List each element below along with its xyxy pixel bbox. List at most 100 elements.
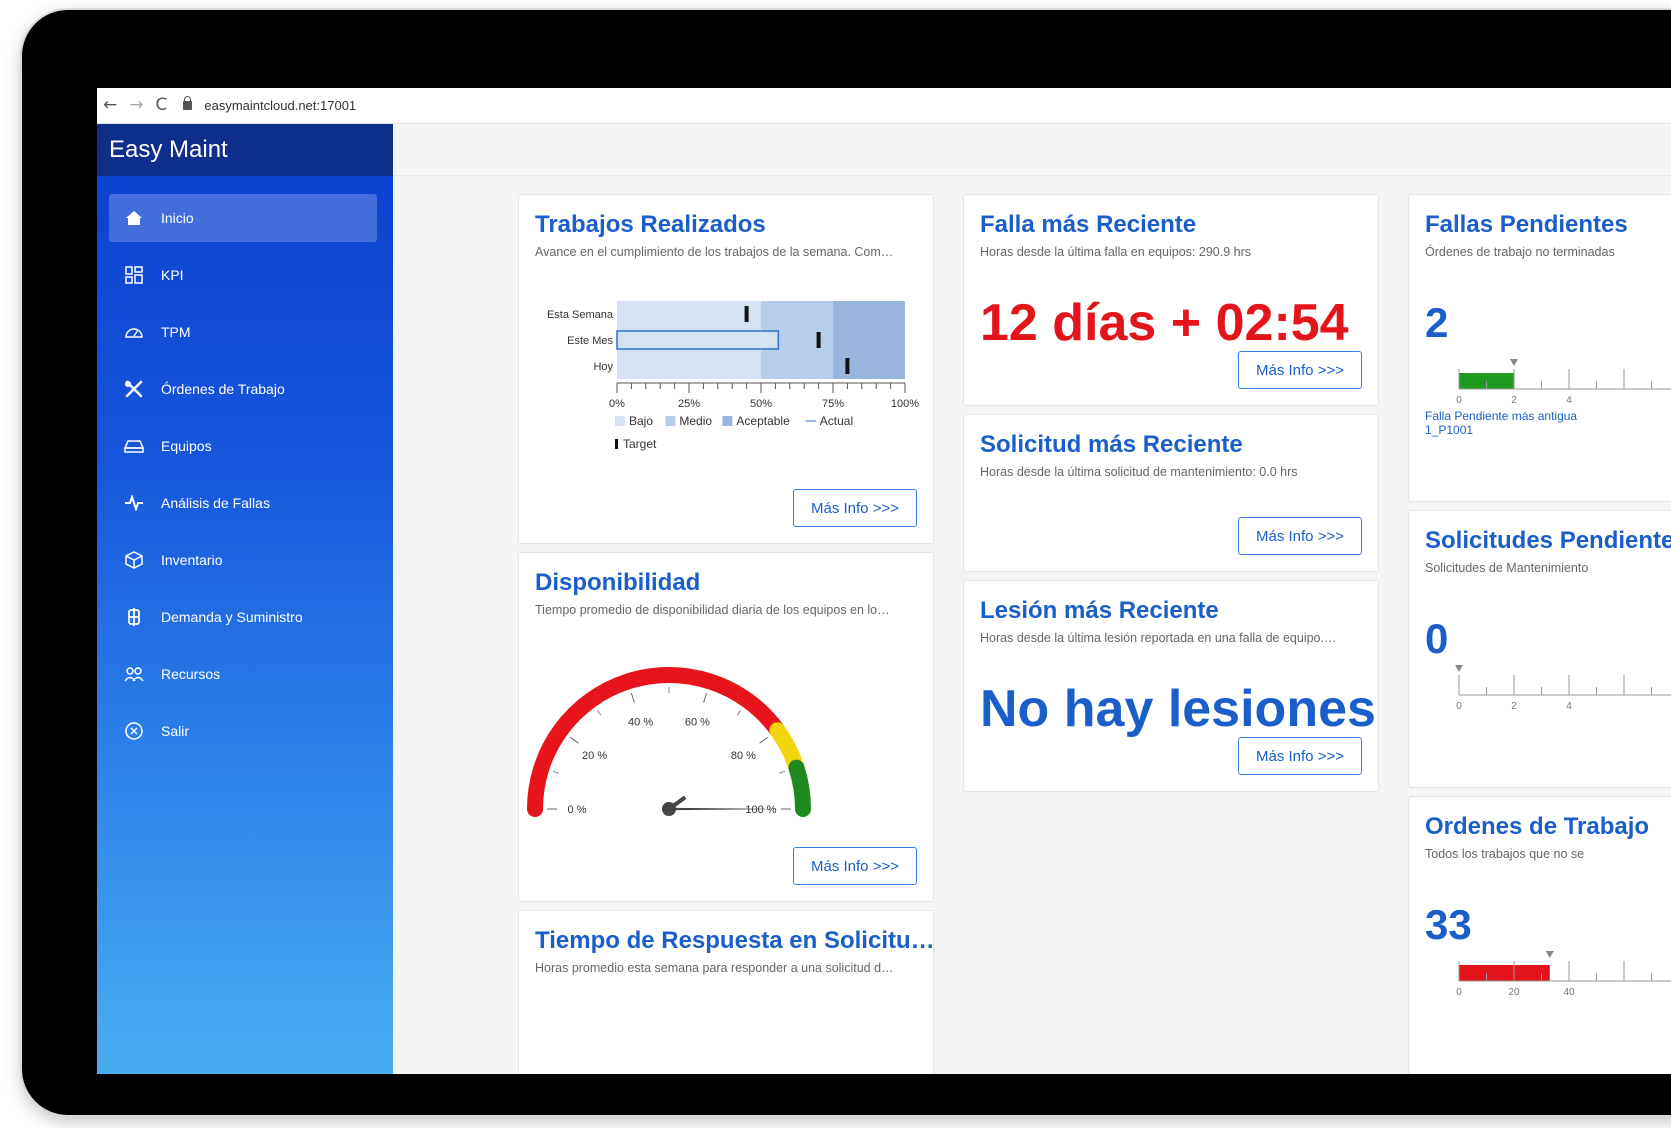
gauge-tick [630,692,635,703]
sidebar-item-inventario[interactable]: Inventario [109,536,377,584]
sidebar-item-label: Recursos [161,666,221,682]
axis-tick-label: 0 [1456,701,1462,712]
card-subtitle: Horas promedio esta semana para responde… [535,961,894,975]
sidebar-menu: Inicio KPI TPM Órdenes de Trabajo Equipo… [97,176,393,755]
gauge-minor-tick [596,710,602,716]
card-tiempo-respuesta: Tiempo de Respuesta en Solicitu… Horas p… [518,910,934,1074]
card-title: Solicitudes Pendientes [1425,527,1671,554]
sidebar-item-label: Salir [161,723,190,739]
axis-tick-label: 2 [1511,395,1517,406]
target-marker [1545,951,1554,958]
gauge-tick-label: 80 % [731,750,756,762]
ordenes-bullet: 0 20 40 [1456,951,1671,998]
gauge-tick [759,736,768,744]
sidebar-item-salir[interactable]: Salir [109,707,377,755]
card-subtitle: Horas desde la última lesión reportada e… [980,631,1337,645]
card-subtitle: Tiempo promedio de disponibilidad diaria… [535,603,890,617]
dashboard-grid-icon [123,266,145,284]
card-subtitle: Todos los trabajos que no se [1425,847,1585,861]
more-info-button[interactable]: Más Info >>> [1238,517,1362,555]
sidebar-item-label: Análisis de Fallas [161,495,270,511]
forward-arrow-icon[interactable]: → [129,97,143,114]
card-subtitle: Órdenes de trabajo no terminadas [1425,245,1615,259]
people-icon [123,666,145,682]
gauge-minor-tick [552,770,559,774]
falla-elapsed-value: 12 días + 02:54 [980,294,1349,352]
card-subtitle: Solicitudes de Mantenimiento [1425,561,1589,575]
axis-tick-label: 4 [1566,701,1572,712]
sidebar-item-label: Inicio [161,210,194,226]
back-arrow-icon[interactable]: ← [103,97,117,114]
sidebar-item-demanda[interactable]: Demanda y Suministro [109,593,377,641]
category-label: Este Mes [567,335,613,347]
app-brand[interactable]: Easy Maint [97,124,393,176]
sidebar-item-kpi[interactable]: KPI [109,251,377,299]
more-info-button[interactable]: Más Info >>> [1238,737,1362,775]
card-subtitle: Horas desde la última solicitud de mante… [980,465,1298,479]
sidebar-item-label: TPM [161,324,191,340]
dollar-icon [123,607,145,627]
pulse-icon [123,495,145,511]
fallas-pendientes-bullet: 0 2 4 [1456,359,1671,406]
legend-swatch [722,416,733,426]
gauge-icon [123,324,145,340]
sidebar-item-ordenes[interactable]: Órdenes de Trabajo [109,365,377,413]
top-bar [393,124,1671,176]
target-marker [1510,359,1518,366]
more-info-button[interactable]: Más Info >>> [1238,351,1362,389]
sidebar-item-analisis[interactable]: Análisis de Fallas [109,479,377,527]
close-circle-icon [123,722,145,740]
sidebar-item-label: KPI [161,267,184,283]
reload-icon[interactable]: C [156,97,168,114]
sidebar-item-tpm[interactable]: TPM [109,308,377,356]
gauge-tick-label: 60 % [685,717,710,729]
card-title: Trabajos Realizados [535,211,766,238]
gauge-band [788,759,811,817]
sidebar-item-equipos[interactable]: Equipos [109,422,377,470]
legend-swatch [615,439,618,449]
card-solicitud-reciente: Solicitud más Reciente Horas desde la úl… [963,414,1379,572]
drive-icon [123,439,145,453]
browser-toolbar: ← → C easymaintcloud.net:17001 [97,88,1671,124]
sidebar-item-label: Demanda y Suministro [161,609,303,625]
card-title: Solicitud más Reciente [980,431,1243,458]
card-lesion-reciente: Lesión más Reciente Horas desde la últim… [963,580,1379,792]
x-tick-label: 25% [678,398,700,410]
card-title: Tiempo de Respuesta en Solicitu… [535,927,934,954]
card-title: Ordenes de Trabajo [1425,813,1650,840]
value-bar [1459,965,1550,981]
solicitudes-pendientes-count: 0 [1425,615,1449,662]
gauge-tick [703,692,708,703]
legend-label: Aceptable [736,414,790,428]
home-icon [123,210,145,226]
x-tick-label: 75% [822,398,844,410]
gauge-chart: 0 % 20 % 40 % 60 % 80 % 100 % [527,667,811,817]
tools-icon [123,380,145,398]
sidebar-item-inicio[interactable]: Inicio [109,194,377,242]
lesion-status-value: No hay lesiones [980,680,1376,738]
screen: ← → C easymaintcloud.net:17001 Easy Main… [97,88,1671,1074]
gauge-hub [662,802,676,816]
device-frame: ← → C easymaintcloud.net:17001 Easy Main… [22,10,1671,1115]
legend-label: Actual [820,414,853,428]
sidebar-item-label: Órdenes de Trabajo [161,381,285,397]
oldest-failure-link[interactable]: Falla Pendiente más antigua 1_P1001 [1425,409,1577,437]
card-solicitudes-pendientes: Solicitudes Pendientes Solicitudes de Ma… [1408,510,1671,788]
legend-swatch [615,416,625,426]
x-tick-label: 50% [750,398,772,410]
card-title: Fallas Pendientes [1425,211,1628,238]
target-marker [744,306,749,322]
more-info-button[interactable]: Más Info >>> [793,847,917,885]
target-marker [845,358,850,374]
gauge-tick-label: 40 % [628,717,653,729]
address-bar[interactable]: easymaintcloud.net:17001 [204,98,356,113]
more-info-button[interactable]: Más Info >>> [793,489,917,527]
card-title: Falla más Reciente [980,211,1197,238]
sidebar-item-recursos[interactable]: Recursos [109,650,377,698]
gauge-minor-tick [779,770,786,774]
range-band-aceptable [833,301,905,379]
bullet-chart: Esta Semana Este Mes Hoy 0% 25% 50% 75% 100% Baj… [547,301,919,451]
axis-tick-label: 20 [1508,987,1520,998]
ordenes-count: 33 [1425,901,1472,948]
legend-label: Target [623,437,657,451]
